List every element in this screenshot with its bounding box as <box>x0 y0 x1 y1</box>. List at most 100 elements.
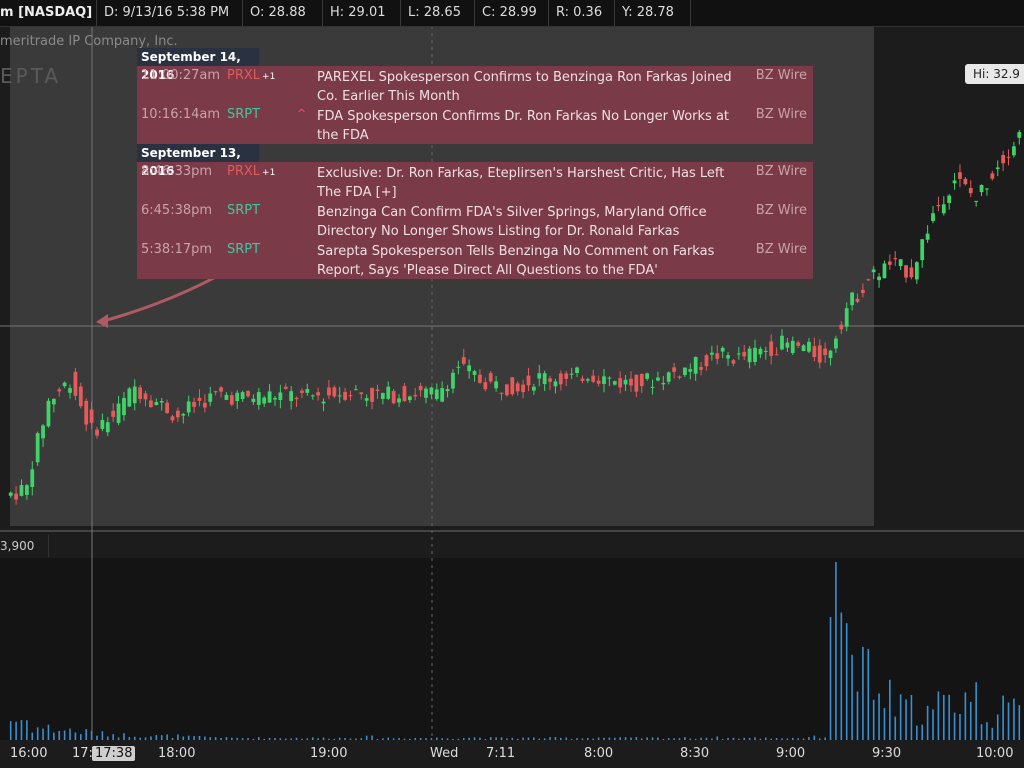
candle-body <box>8 492 13 496</box>
volume-bar <box>69 728 71 740</box>
candle-body <box>823 348 828 356</box>
volume-bar <box>959 713 961 740</box>
volume-bar <box>980 724 983 740</box>
candle-body <box>105 422 110 433</box>
candle-body <box>143 393 148 400</box>
news-ticker[interactable]: SRPT <box>227 203 260 218</box>
candle-body <box>192 401 196 407</box>
candle-body <box>537 373 542 379</box>
candle-body <box>753 347 757 362</box>
candle-body <box>488 373 493 382</box>
cursor-time-badge: 17:38 <box>92 746 136 761</box>
volume-bar <box>894 716 897 740</box>
candle-body <box>941 204 946 214</box>
x-tick-label: 16:00 <box>10 746 48 761</box>
candle-body <box>726 355 730 359</box>
candle-body <box>305 388 310 393</box>
candle-body <box>100 419 105 429</box>
candle-body <box>828 350 833 358</box>
news-source: BZ Wire <box>755 68 807 83</box>
volume-bar <box>889 679 891 740</box>
y-readout: Y: 28.78 <box>622 5 674 20</box>
volume-bar <box>63 730 66 740</box>
candle-body <box>1012 146 1016 156</box>
candle-body <box>979 184 984 193</box>
candle-body <box>720 347 725 352</box>
volume-bar <box>899 694 902 740</box>
candle-body <box>585 379 590 381</box>
volume-bar <box>937 691 940 740</box>
candle-body <box>391 391 396 404</box>
candle-body <box>704 355 709 367</box>
volume-bar <box>883 708 886 740</box>
news-ticker[interactable]: PRXL +1 <box>227 68 275 83</box>
volume-bar <box>991 727 994 740</box>
volume-bar <box>916 725 918 740</box>
news-ticker[interactable]: SRPT <box>227 107 260 122</box>
news-headline[interactable]: PAREXEL Spokesperson Confirms to Benzing… <box>317 68 737 106</box>
news-ticker[interactable]: PRXL +1 <box>227 164 275 179</box>
candle-body <box>893 258 898 260</box>
candle-body <box>985 188 989 190</box>
news-item[interactable]: 5:38:17pm SRPT Sarepta Spokesperson Tell… <box>137 240 813 279</box>
news-item[interactable]: 8:46:33pm PRXL +1 Exclusive: Dr. Ron Fark… <box>137 162 813 201</box>
candle-body <box>882 263 887 279</box>
candle-body <box>407 396 412 401</box>
news-item[interactable]: 11:00:27am PRXL +1 PAREXEL Spokesperson C… <box>137 66 813 105</box>
x-tick-label: Wed <box>430 746 459 761</box>
candle-body <box>30 469 35 487</box>
candle-body <box>57 389 62 392</box>
volume-bar <box>53 732 55 740</box>
candle-body <box>904 265 908 278</box>
news-headline[interactable]: FDA Spokesperson Confirms Dr. Ron Farkas… <box>317 107 737 145</box>
candle-body <box>639 373 644 387</box>
news-headline[interactable]: Benzinga Can Confirm FDA's Silver Spring… <box>317 203 737 241</box>
volume-bar <box>1013 698 1015 740</box>
volume-bar <box>1018 705 1021 740</box>
volume-bar <box>47 724 50 740</box>
news-source: BZ Wire <box>755 203 807 218</box>
candle-body <box>434 389 439 400</box>
candle-body <box>386 386 391 399</box>
candle-body <box>170 416 175 421</box>
volume-bar <box>862 646 864 740</box>
candle-body <box>709 352 714 355</box>
candle-body <box>149 400 153 408</box>
symbol-label[interactable]: m [NASDAQ] <box>0 0 92 26</box>
candle-body <box>424 388 428 398</box>
candle-body <box>127 388 132 407</box>
candle-body <box>499 392 504 394</box>
candle-body <box>747 348 752 363</box>
candle-body <box>159 400 164 403</box>
candle-body <box>213 391 218 393</box>
candle-body <box>1001 154 1006 164</box>
candle-body <box>909 267 914 278</box>
candle-body <box>337 395 342 397</box>
watermark-company: meritrade IP Company, Inc. <box>0 34 178 49</box>
candle-body <box>666 372 671 382</box>
candle-body <box>531 386 536 391</box>
candle-body <box>839 324 844 330</box>
candle-body <box>89 409 94 423</box>
candle-body <box>68 388 72 393</box>
news-item[interactable]: 6:45:38pm SRPT Benzinga Can Confirm FDA'… <box>137 201 813 240</box>
news-item[interactable]: 10:16:14am SRPT ^ FDA Spokesperson Confi… <box>137 105 813 144</box>
candle-body <box>542 373 547 385</box>
news-headline[interactable]: Sarepta Spokesperson Tells Benzinga No C… <box>317 242 737 280</box>
news-time: 8:46:33pm <box>141 164 213 179</box>
candle-body <box>887 261 892 265</box>
candle-body <box>348 395 353 397</box>
news-headline[interactable]: Exclusive: Dr. Ron Farkas, Eteplirsen's … <box>317 164 737 202</box>
candle-body <box>456 366 461 368</box>
volume-bar <box>36 727 39 740</box>
volume-bar <box>996 714 999 740</box>
volume-bar <box>856 691 859 740</box>
candle-body <box>790 340 795 353</box>
candle-body <box>612 381 617 385</box>
candle-body <box>699 367 703 370</box>
candle-body <box>774 354 779 356</box>
news-ticker[interactable]: SRPT <box>227 242 260 257</box>
volume-bar <box>26 720 28 740</box>
range-readout: R: 0.36 <box>556 5 603 20</box>
x-tick-label: 8:00 <box>584 746 614 761</box>
